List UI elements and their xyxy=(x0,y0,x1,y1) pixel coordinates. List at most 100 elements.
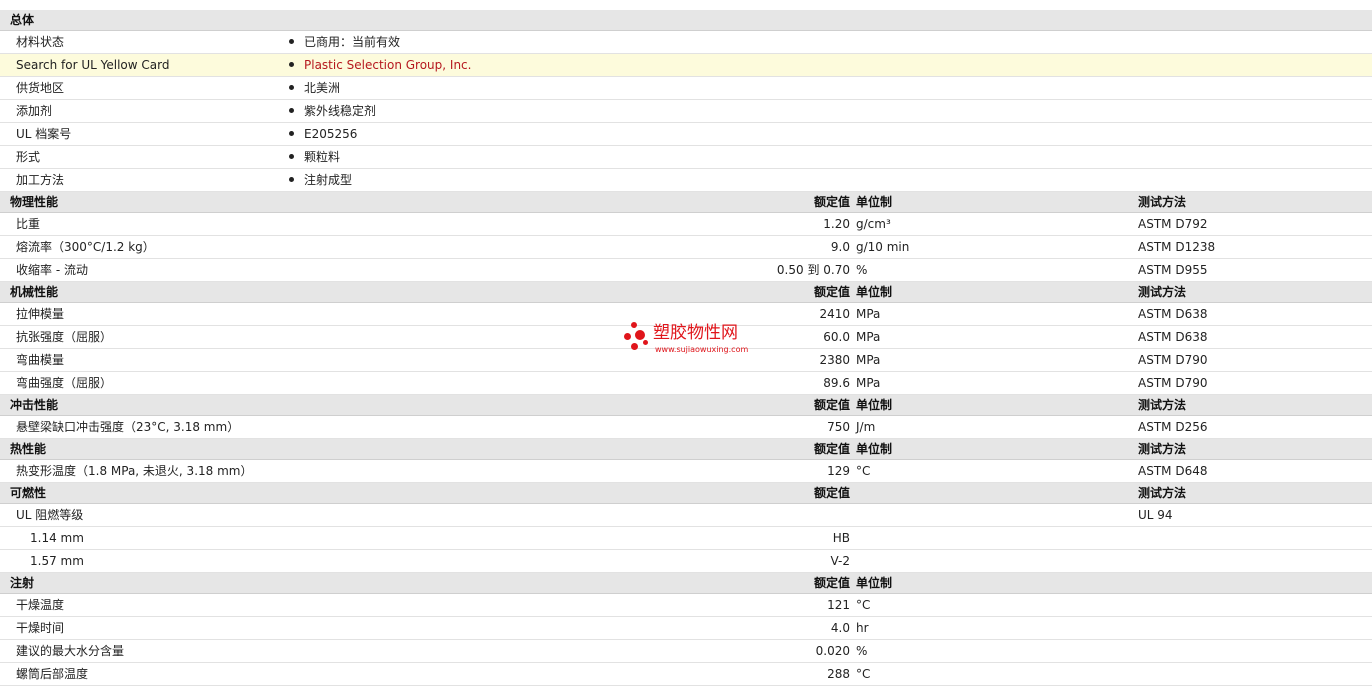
property-label: 熔流率（300°C/1.2 kg） xyxy=(16,240,155,254)
property-label: 悬壁梁缺口冲击强度（23°C, 3.18 mm） xyxy=(16,420,240,434)
table-row-ul-yellow-card[interactable]: Search for UL Yellow Card Plastic Select… xyxy=(0,54,1372,77)
nominal-value: 2380 xyxy=(819,353,850,367)
section-title: 可燃性 xyxy=(10,486,47,500)
nominal-value: HB xyxy=(832,531,850,545)
test-method-header: 测试方法 xyxy=(1138,285,1187,299)
nominal-header: 额定值 xyxy=(813,442,850,456)
section-header-mechanical: 机械性能 额定值 单位制 测试方法 xyxy=(0,282,1372,303)
property-label: 比重 xyxy=(16,217,41,231)
table-row: 比重 1.20 g/cm³ ASTM D792 xyxy=(0,213,1372,236)
unit-value: °C xyxy=(856,464,871,478)
property-label: 弯曲强度（屈服） xyxy=(16,376,113,390)
unit-header: 单位制 xyxy=(856,442,893,456)
property-label: 螺筒后部温度 xyxy=(16,667,89,681)
section-header-physical: 物理性能 额定值 单位制 测试方法 xyxy=(0,192,1372,213)
table-row: 干燥温度 121 °C xyxy=(0,594,1372,617)
bullet-icon xyxy=(289,39,294,44)
section-title: 冲击性能 xyxy=(10,398,59,412)
nominal-value: 0.50 到 0.70 xyxy=(776,263,850,277)
unit-value: g/10 min xyxy=(856,240,910,254)
property-label: UL 档案号 xyxy=(16,127,72,141)
section-header-flammability: 可燃性 额定值 测试方法 xyxy=(0,483,1372,504)
table-row: 热变形温度（1.8 MPa, 未退火, 3.18 mm） 129 °C ASTM… xyxy=(0,460,1372,483)
nominal-header: 额定值 xyxy=(813,576,850,590)
unit-value: % xyxy=(856,263,868,277)
nominal-value: 60.0 xyxy=(823,330,850,344)
section-title: 注射 xyxy=(10,576,35,590)
property-value: 北美洲 xyxy=(289,77,340,99)
table-row: 形式 颗粒料 xyxy=(0,146,1372,169)
nominal-value: 0.020 xyxy=(815,644,850,658)
test-method-header: 测试方法 xyxy=(1138,486,1187,500)
table-row: UL 阻燃等级 UL 94 xyxy=(0,504,1372,527)
table-row: 收缩率 - 流动 0.50 到 0.70 % ASTM D955 xyxy=(0,259,1372,282)
supplier-link[interactable]: Plastic Selection Group, Inc. xyxy=(304,58,471,72)
table-row: 建议的最大水分含量 0.020 % xyxy=(0,640,1372,663)
table-row: 悬壁梁缺口冲击强度（23°C, 3.18 mm） 750 J/m ASTM D2… xyxy=(0,416,1372,439)
unit-value: MPa xyxy=(856,330,881,344)
test-method: ASTM D790 xyxy=(1138,353,1208,367)
section-header-general: 总体 xyxy=(0,10,1372,31)
property-value: E205256 xyxy=(289,123,357,145)
bullet-icon xyxy=(289,131,294,136)
property-label: 建议的最大水分含量 xyxy=(16,644,125,658)
section-header-impact: 冲击性能 额定值 单位制 测试方法 xyxy=(0,395,1372,416)
nominal-value: V-2 xyxy=(830,554,850,568)
property-label: 1.14 mm xyxy=(30,531,84,545)
property-label: 热变形温度（1.8 MPa, 未退火, 3.18 mm） xyxy=(16,464,253,478)
property-label: 材料状态 xyxy=(16,35,65,49)
nominal-value: 2410 xyxy=(819,307,850,321)
nominal-header: 额定值 xyxy=(813,398,850,412)
test-method: UL 94 xyxy=(1138,508,1173,522)
property-label: 加工方法 xyxy=(16,173,65,187)
test-method: ASTM D792 xyxy=(1138,217,1208,231)
property-label: 添加剂 xyxy=(16,104,53,118)
section-title: 物理性能 xyxy=(10,195,59,209)
table-row: 拉伸模量 2410 MPa ASTM D638 xyxy=(0,303,1372,326)
ul-yellow-card-link[interactable]: Search for UL Yellow Card xyxy=(16,54,169,76)
unit-value: J/m xyxy=(856,420,876,434)
section-header-injection: 注射 额定值 单位制 xyxy=(0,573,1372,594)
bullet-icon xyxy=(289,154,294,159)
table-row: 抗张强度（屈服） 60.0 MPa ASTM D638 xyxy=(0,326,1372,349)
section-title: 机械性能 xyxy=(10,285,59,299)
table-row: 添加剂 紫外线稳定剂 xyxy=(0,100,1372,123)
nominal-value: 750 xyxy=(827,420,850,434)
test-method: ASTM D790 xyxy=(1138,376,1208,390)
nominal-value: 288 xyxy=(827,667,850,681)
unit-header: 单位制 xyxy=(856,398,893,412)
table-row: 1.14 mm HB xyxy=(0,527,1372,550)
table-row: 供货地区 北美洲 xyxy=(0,77,1372,100)
top-spacer xyxy=(0,0,1372,10)
property-value: 颗粒料 xyxy=(289,146,340,168)
property-value[interactable]: Plastic Selection Group, Inc. xyxy=(289,54,471,76)
test-method-header: 测试方法 xyxy=(1138,442,1187,456)
table-row: 弯曲模量 2380 MPa ASTM D790 xyxy=(0,349,1372,372)
nominal-value: 89.6 xyxy=(823,376,850,390)
unit-value: MPa xyxy=(856,376,881,390)
unit-value: MPa xyxy=(856,353,881,367)
table-row: 熔流率（300°C/1.2 kg） 9.0 g/10 min ASTM D123… xyxy=(0,236,1372,259)
test-method: ASTM D955 xyxy=(1138,263,1208,277)
nominal-value: 1.20 xyxy=(823,217,850,231)
table-row: 螺筒后部温度 288 °C xyxy=(0,663,1372,686)
unit-header: 单位制 xyxy=(856,285,893,299)
nominal-header: 额定值 xyxy=(813,486,850,500)
table-row: UL 档案号 E205256 xyxy=(0,123,1372,146)
section-title: 热性能 xyxy=(10,442,47,456)
property-label: 干燥时间 xyxy=(16,621,65,635)
test-method: ASTM D648 xyxy=(1138,464,1208,478)
property-datasheet: 总体 材料状态 已商用：当前有效 Search for UL Yellow Ca… xyxy=(0,10,1372,686)
unit-value: g/cm³ xyxy=(856,217,891,231)
unit-header: 单位制 xyxy=(856,576,893,590)
property-label: 供货地区 xyxy=(16,81,65,95)
bullet-icon xyxy=(289,62,294,67)
nominal-value: 121 xyxy=(827,598,850,612)
test-method: ASTM D638 xyxy=(1138,307,1208,321)
property-value: 已商用：当前有效 xyxy=(289,31,400,53)
nominal-value: 4.0 xyxy=(830,621,850,635)
unit-header: 单位制 xyxy=(856,195,893,209)
property-label: UL 阻燃等级 xyxy=(16,508,84,522)
property-label: 收缩率 - 流动 xyxy=(16,263,88,277)
bullet-icon xyxy=(289,177,294,182)
